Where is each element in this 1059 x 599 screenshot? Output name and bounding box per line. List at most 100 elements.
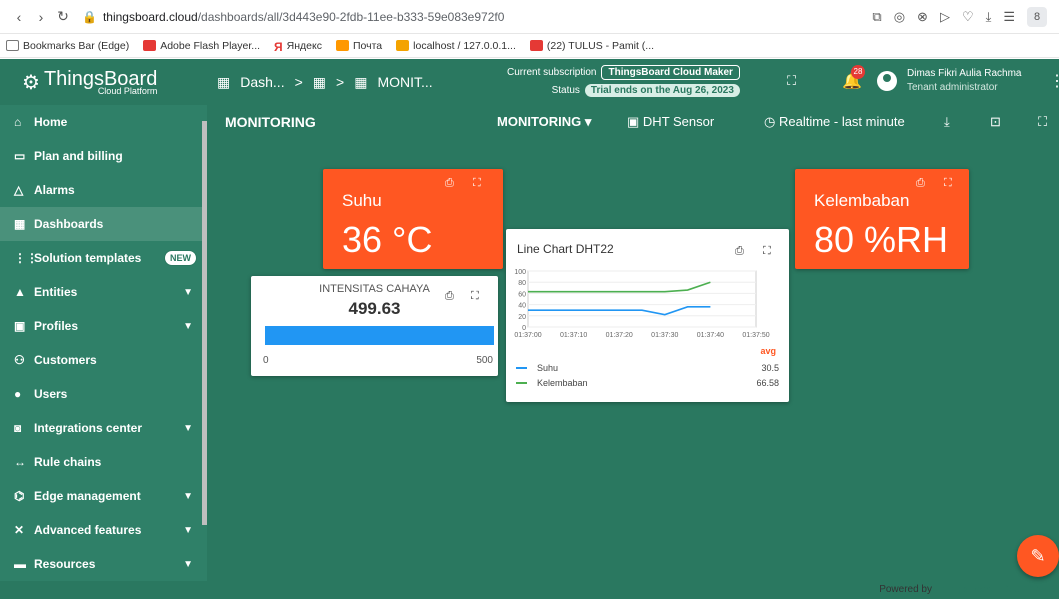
sidebar-item-rule-chains[interactable]: ↔ Rule chains xyxy=(0,445,207,479)
export-icon[interactable]: ⎙ xyxy=(735,245,744,258)
export-icon[interactable]: ⎙ xyxy=(445,290,454,303)
reload-icon[interactable]: ↻ xyxy=(52,8,74,25)
thingsboard-logo-icon: ⚙ xyxy=(22,71,40,94)
sidebar-item-alarms[interactable]: △ Alarms xyxy=(0,173,207,207)
x-tick-label: 01:37:10 xyxy=(560,332,587,339)
collections-icon[interactable]: ☰ xyxy=(1003,9,1015,25)
entity-alias-select[interactable]: ▣ DHT Sensor xyxy=(627,114,714,130)
y-tick-label: 0 xyxy=(522,325,526,332)
sidebar-item-advanced-features[interactable]: ✕ Advanced features ▼ xyxy=(0,513,207,547)
url-host: thingsboard.cloud xyxy=(102,9,198,24)
bookmark-localhost[interactable]: localhost / 127.0.0.1... xyxy=(396,40,516,52)
notification-count: 28 xyxy=(851,65,865,79)
back-icon[interactable]: ‹ xyxy=(8,9,30,25)
fullscreen-icon[interactable]: ⛶ xyxy=(471,290,479,303)
address-bar[interactable]: 🔒 thingsboard.cloud/dashboards/all/3d443… xyxy=(82,10,872,24)
user-info[interactable]: Dimas Fikri Aulia Rachma Tenant administ… xyxy=(907,67,1021,95)
snapshot-icon[interactable]: ⊡ xyxy=(990,114,1001,130)
download-icon[interactable]: ⤓ xyxy=(944,114,950,130)
app-topbar: ▦ Dash... > ▦ > ▦ MONIT... Current subsc… xyxy=(207,59,1059,105)
footer-prefix: Powered by xyxy=(879,584,932,595)
breadcrumb: ▦ Dash... > ▦ > ▦ MONIT... xyxy=(217,74,433,91)
export-icon[interactable]: ⎙ xyxy=(916,177,925,190)
timewindow-select[interactable]: ◷ Realtime - last minute xyxy=(764,114,905,130)
sidebar-item-label: Users xyxy=(34,387,68,401)
fullscreen-icon[interactable]: ⛶ xyxy=(1038,114,1047,130)
legend-item-suhu[interactable]: Suhu 30.5 xyxy=(516,360,779,375)
chevron-down-icon: ▼ xyxy=(183,320,193,332)
breadcrumb-monitoring[interactable]: MONIT... xyxy=(377,74,432,90)
fullscreen-icon[interactable]: ⛶ xyxy=(944,177,952,190)
fullscreen-icon[interactable]: ⛶ xyxy=(473,177,481,190)
sidebar-item-label: Profiles xyxy=(34,319,79,333)
bookmark-adobe[interactable]: Adobe Flash Player... xyxy=(143,40,260,52)
y-tick-label: 40 xyxy=(518,303,526,310)
bookmark-folder[interactable]: Bookmarks Bar (Edge) xyxy=(6,40,129,52)
phpmyadmin-icon xyxy=(396,40,410,51)
avatar[interactable] xyxy=(877,71,897,91)
cahaya-progress-fill xyxy=(265,326,494,345)
dashboard-icon: ▦ xyxy=(14,217,26,231)
fullscreen-icon[interactable]: ⛶ xyxy=(763,245,771,258)
dashboard-icon: ▦ xyxy=(354,73,368,90)
bookmark-mail[interactable]: Почта xyxy=(335,40,382,52)
sidebar-item-solution-templates[interactable]: ⋮⋮ Solution templates NEW xyxy=(0,241,207,275)
split-screen-icon[interactable]: ⧉ xyxy=(872,9,881,25)
extension-icon[interactable]: ⊗ xyxy=(917,9,928,25)
kelembaban-value: 80 %RH xyxy=(814,219,949,260)
bookmark-youtube[interactable]: (22) TULUS - Pamit (... xyxy=(529,40,654,52)
sidebar-item-label: Dashboards xyxy=(34,217,104,231)
cahaya-title: INTENSITAS CAHAYA xyxy=(319,283,430,295)
mail-icon xyxy=(335,40,349,51)
sidebar-item-dashboards[interactable]: ▦ Dashboards xyxy=(0,207,207,241)
sidebar-item-users[interactable]: ● Users xyxy=(0,377,207,411)
sidebar-item-home[interactable]: ⌂ Home xyxy=(0,105,207,139)
sidebar-item-label: Solution templates xyxy=(34,251,142,265)
sidebar-item-resources[interactable]: ▬ Resources ▼ xyxy=(0,547,207,581)
sidebar-item-customers[interactable]: ⚇ Customers xyxy=(0,343,207,377)
breadcrumb-dashboards[interactable]: Dash... xyxy=(240,74,284,90)
sidebar-item-label: Edge management xyxy=(34,489,141,503)
x-tick-label: 01:37:20 xyxy=(606,332,633,339)
forward-icon[interactable]: › xyxy=(30,9,52,25)
read-aloud-icon[interactable]: ▷ xyxy=(940,9,950,25)
sidebar-item-label: Plan and billing xyxy=(34,149,123,163)
cahaya-value: 499.63 xyxy=(348,299,401,318)
sidebar-item-label: Rule chains xyxy=(34,455,102,469)
download-icon[interactable]: ⤓ xyxy=(986,9,992,25)
sidebar-item-plan-and-billing[interactable]: ▭ Plan and billing xyxy=(0,139,207,173)
integrations-icon: ◙ xyxy=(14,421,22,435)
user-role: Tenant administrator xyxy=(907,82,998,93)
adobe-icon xyxy=(143,40,157,51)
plot-frame xyxy=(527,270,757,328)
footer-brand[interactable]: Thingsboard v.3.5.1PAAS xyxy=(935,584,1055,595)
sidebar-item-integrations-center[interactable]: ◙ Integrations center ▼ xyxy=(0,411,207,445)
bookmark-yandex[interactable]: Я Яндекс xyxy=(274,40,322,55)
subscription-plan[interactable]: ThingsBoard Cloud Maker xyxy=(601,64,740,80)
sidebar-item-edge-management[interactable]: ⌬ Edge management ▼ xyxy=(0,479,207,513)
subscription-info: Current subscription ThingsBoard Cloud Ma… xyxy=(507,63,740,99)
suhu-widget: ⎙ ⛶ Suhu 36 °C xyxy=(323,169,503,269)
sidebar-item-profiles[interactable]: ▣ Profiles ▼ xyxy=(0,309,207,343)
sidebar-item-entities[interactable]: ▲ Entities ▼ xyxy=(0,275,207,309)
state-selector[interactable]: MONITORING ▾ xyxy=(497,114,591,130)
edit-button[interactable]: ✎ xyxy=(1017,535,1059,577)
alarm-icon: △ xyxy=(14,183,24,197)
logo[interactable]: ⚙ ThingsBoard Cloud Platform xyxy=(0,59,207,105)
legend-item-kelembaban[interactable]: Kelembaban 66.58 xyxy=(516,375,779,390)
profile-icon[interactable]: 8 xyxy=(1027,6,1047,27)
sidebar-item-label: Advanced features xyxy=(34,523,142,537)
fullscreen-icon[interactable]: ⛶ xyxy=(787,73,796,89)
favorite-icon[interactable]: ♡ xyxy=(962,9,974,25)
line-chart-title: Line Chart DHT22 xyxy=(517,242,614,256)
grid-icon: ⋮⋮ xyxy=(14,251,38,265)
x-tick-label: 01:37:00 xyxy=(514,332,541,339)
export-icon[interactable]: ⎙ xyxy=(445,177,454,190)
sidebar-item-label: Integrations center xyxy=(34,421,143,435)
y-tick-label: 60 xyxy=(518,291,526,298)
sidebar-item-label: Entities xyxy=(34,285,78,299)
camera-icon[interactable]: ◎ xyxy=(894,9,905,25)
entity-label: DHT Sensor xyxy=(642,114,715,129)
more-vert-icon[interactable]: ⋮ xyxy=(1049,71,1059,91)
folder-icon xyxy=(6,40,19,51)
